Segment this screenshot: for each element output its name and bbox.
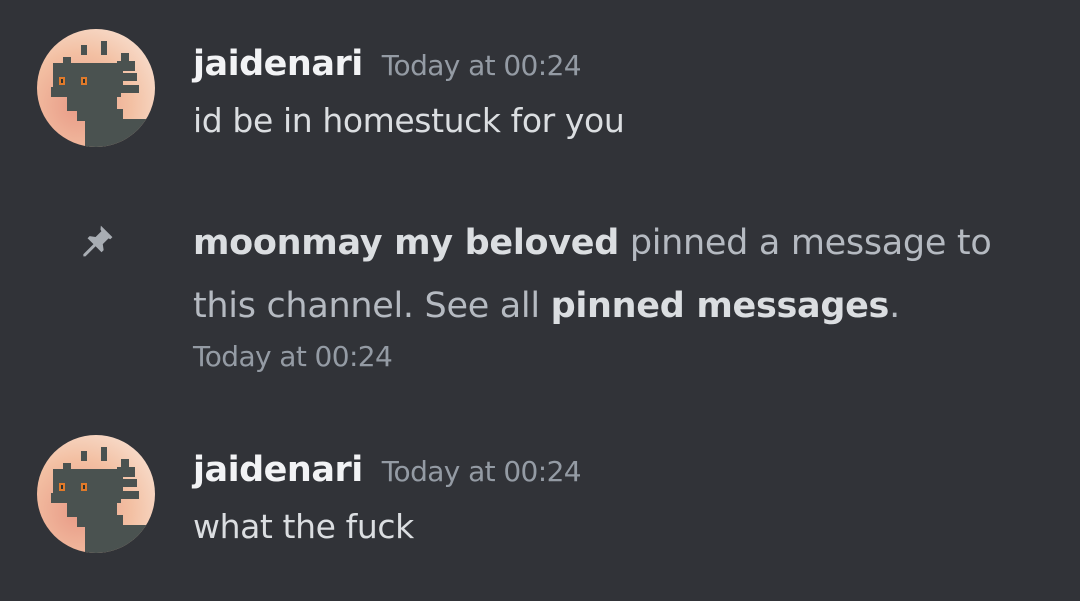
timestamp[interactable]: Today at 00:24 bbox=[382, 455, 582, 488]
message-content: id be in homestuck for you bbox=[193, 101, 625, 140]
username[interactable]: jaidenari bbox=[193, 44, 363, 84]
pinned-messages-link[interactable]: pinned messages bbox=[551, 286, 890, 326]
dragon-avatar-icon bbox=[37, 29, 155, 147]
dragon-avatar-icon bbox=[37, 435, 155, 553]
timestamp[interactable]: Today at 00:24 bbox=[382, 49, 582, 82]
pin-trailing-punct: . bbox=[889, 286, 900, 326]
pin-actor[interactable]: moonmay my beloved bbox=[193, 223, 619, 263]
user-avatar[interactable] bbox=[37, 435, 155, 553]
username[interactable]: jaidenari bbox=[193, 450, 363, 490]
system-message-text: moonmay my beloved pinned a message to t… bbox=[193, 212, 1053, 338]
system-timestamp[interactable]: Today at 00:24 bbox=[193, 340, 393, 373]
message-header: jaidenari Today at 00:24 bbox=[193, 450, 582, 490]
user-avatar[interactable] bbox=[37, 29, 155, 147]
message-content: what the fuck bbox=[193, 507, 414, 546]
pin-icon bbox=[83, 225, 113, 257]
message-header: jaidenari Today at 00:24 bbox=[193, 44, 582, 84]
